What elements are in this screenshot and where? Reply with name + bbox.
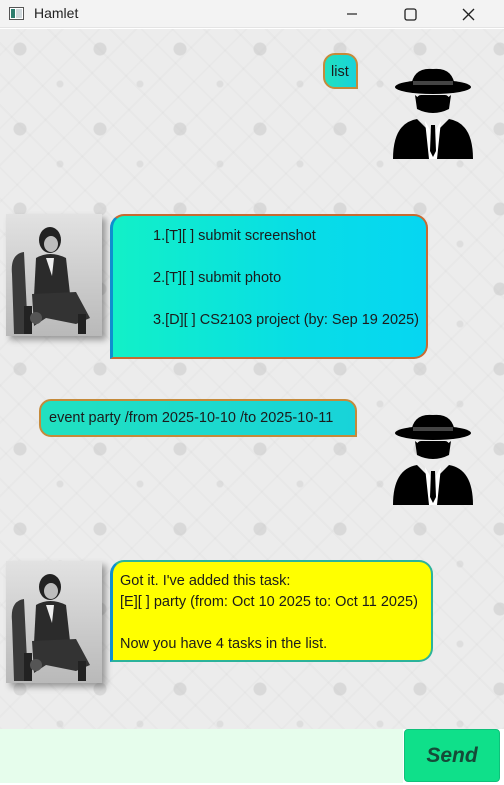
message-text: Got it. I've added this task: — [120, 573, 291, 589]
close-icon — [462, 8, 474, 20]
message-text: 3.[D][ ] CS2103 project (by: Sep 19 2025… — [153, 312, 419, 328]
message-text: event party /from 2025-10-10 /to 2025-10… — [49, 410, 334, 426]
message-text — [120, 613, 425, 634]
message-text: 2.[T][ ] submit photo — [153, 270, 282, 286]
minimize-icon — [347, 13, 357, 15]
message-text: [E][ ] party (from: Oct 10 2025 to: Oct … — [120, 594, 418, 610]
message-text — [153, 289, 418, 310]
app-icon — [9, 7, 24, 20]
close-button[interactable] — [446, 0, 490, 28]
bot-avatar — [6, 214, 102, 336]
minimize-button[interactable] — [330, 0, 374, 28]
message-text: Now you have 4 tasks in the list. — [120, 636, 328, 652]
input-bar: Send — [0, 729, 504, 785]
user-avatar-spy-icon — [393, 414, 473, 505]
window-title: Hamlet — [34, 5, 79, 21]
send-button[interactable]: Send — [404, 729, 500, 782]
user-avatar-spy-icon — [393, 68, 473, 159]
bot-portrait-image — [6, 214, 102, 336]
maximize-button[interactable] — [388, 0, 432, 28]
bot-avatar — [6, 561, 102, 683]
bot-message-bubble: 1.[T][ ] submit screenshot 2.[T][ ] subm… — [110, 214, 428, 359]
message-input[interactable] — [0, 729, 403, 783]
chat-scroll-area[interactable]: list 1.[T][ ] submit screenshot 2.[T][]… — [0, 29, 504, 729]
message-text: 1.[T][ ] submit screenshot — [153, 228, 316, 244]
message-text: list — [331, 64, 349, 80]
bot-portrait-image — [6, 561, 102, 683]
bot-message-bubble: Got it. I've added this task: [E][ ] par… — [110, 560, 433, 662]
user-message-bubble: list — [323, 53, 358, 89]
title-bar: Hamlet — [0, 0, 504, 28]
message-text — [153, 247, 418, 268]
user-message-bubble: event party /from 2025-10-10 /to 2025-10… — [39, 399, 357, 437]
maximize-icon — [403, 7, 417, 21]
